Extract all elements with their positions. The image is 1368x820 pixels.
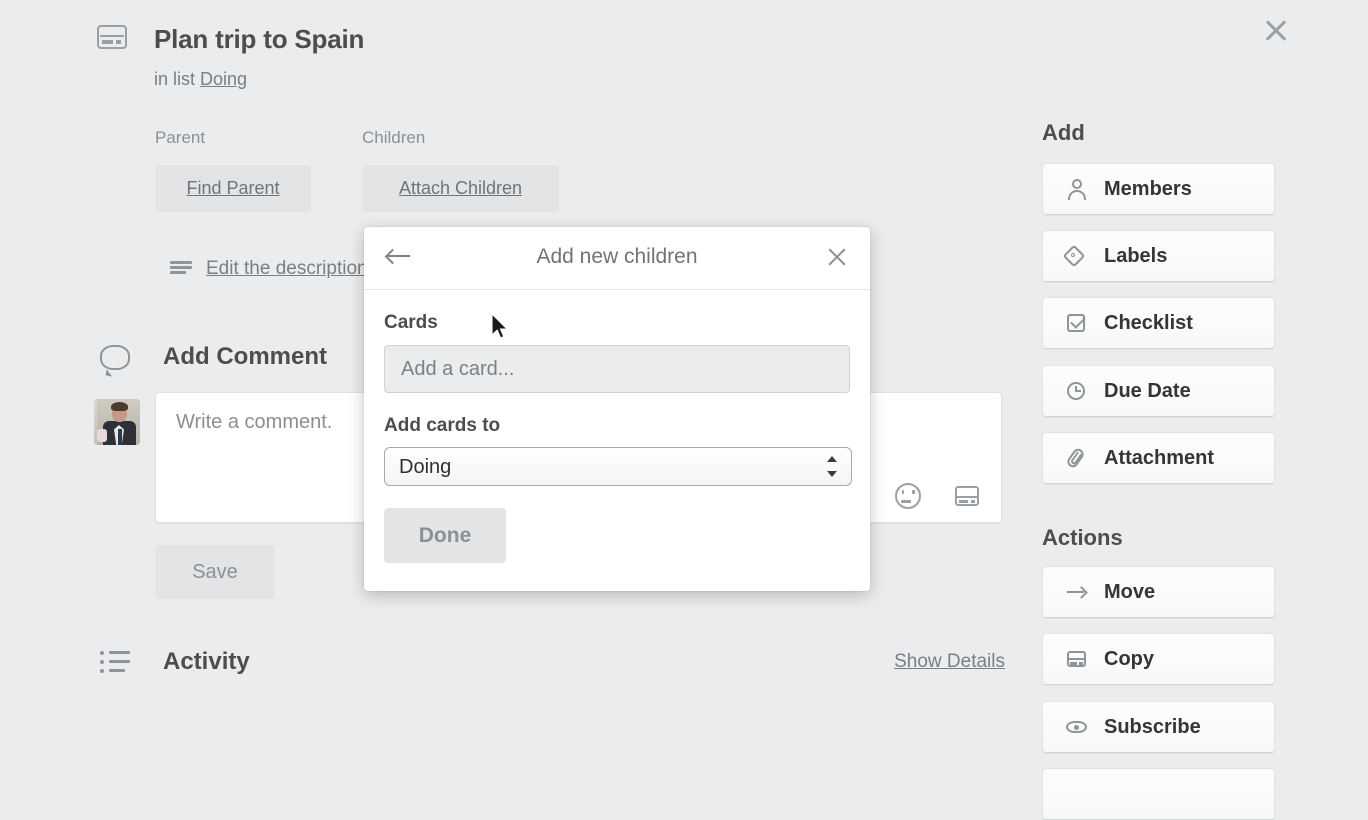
card-list-location: in list Doing [154, 69, 247, 90]
children-section-label: Children [362, 128, 426, 147]
show-details-link[interactable]: Show Details [894, 651, 1005, 673]
list-select-wrapper: Doing [384, 447, 852, 486]
card-icon [1065, 647, 1089, 671]
save-comment-button[interactable]: Save [155, 545, 275, 599]
in-list-prefix: in list [154, 69, 196, 89]
checkbox-icon [1065, 311, 1089, 335]
arrow-right-icon [1065, 580, 1089, 604]
actions-section-heading: Actions [1042, 525, 1123, 550]
clock-icon [1065, 379, 1089, 403]
avatar [94, 399, 140, 445]
eye-icon [1065, 715, 1089, 739]
add-cards-to-select[interactable]: Doing [384, 447, 852, 486]
list-link[interactable]: Doing [200, 69, 247, 89]
add-cards-to-label: Add cards to [384, 415, 501, 436]
sidebar-item-label: Checklist [1104, 311, 1193, 334]
card-type-icon [97, 22, 131, 52]
comment-toolbar [895, 483, 979, 509]
find-parent-label: Find Parent [186, 178, 280, 198]
sidebar-item-copy[interactable]: Copy [1042, 633, 1275, 685]
parent-section-label: Parent [155, 128, 206, 147]
sidebar-item-attachment[interactable]: Attachment [1042, 432, 1275, 484]
done-button[interactable]: Done [384, 508, 506, 563]
sidebar-item-subscribe[interactable]: Subscribe [1042, 701, 1275, 753]
find-parent-button[interactable]: Find Parent [155, 165, 311, 212]
sidebar-item-label: Move [1104, 580, 1156, 603]
sidebar-item-members[interactable]: Members [1042, 163, 1275, 215]
sidebar-item-label: Copy [1104, 647, 1154, 670]
card-detail-window: Plan trip to Spain in list Doing Parent … [0, 0, 1368, 820]
paperclip-icon [1065, 446, 1089, 470]
add-section-heading: Add [1042, 120, 1085, 145]
sidebar-item-partial[interactable] [1042, 768, 1275, 820]
smiley-icon[interactable] [895, 483, 921, 509]
add-card-input[interactable] [384, 345, 850, 393]
close-icon[interactable] [826, 246, 848, 268]
speech-bubble-icon [100, 344, 130, 370]
popup-title: Add new children [536, 245, 698, 268]
add-comment-heading: Add Comment [163, 343, 327, 370]
sidebar-item-label: Members [1104, 177, 1192, 200]
popup-body: Cards Add cards to Doing Done [364, 312, 870, 563]
sidebar-item-label: Attachment [1104, 446, 1215, 469]
activity-row: Activity Show Details [100, 648, 1005, 676]
sidebar-item-labels[interactable]: Labels [1042, 230, 1275, 282]
attach-children-button[interactable]: Attach Children [362, 165, 559, 212]
attach-children-label: Attach Children [398, 178, 523, 198]
sidebar-item-move[interactable]: Move [1042, 566, 1275, 618]
popup-header: Add new children [364, 227, 870, 290]
sidebar-item-label: Subscribe [1104, 715, 1201, 738]
add-new-children-popup: Add new children Cards Add cards to Doin… [364, 227, 870, 591]
activity-heading: Activity [163, 648, 250, 675]
sidebar-item-due-date[interactable]: Due Date [1042, 365, 1275, 417]
edit-description-link[interactable]: Edit the description... [206, 258, 383, 280]
sidebar-item-checklist[interactable]: Checklist [1042, 297, 1275, 349]
page-title: Plan trip to Spain [154, 24, 365, 54]
add-comment-heading-row: Add Comment [100, 343, 327, 371]
tag-icon [1062, 244, 1089, 268]
cards-field-label: Cards [384, 312, 438, 333]
close-card-button[interactable] [1256, 10, 1296, 50]
activity-list-icon [100, 650, 130, 674]
sidebar-item-label: Due Date [1104, 379, 1191, 402]
description-lines-icon [170, 261, 192, 277]
card-icon[interactable] [955, 486, 979, 506]
edit-description-row[interactable]: Edit the description... [170, 258, 383, 280]
sidebar-item-label: Labels [1104, 244, 1168, 267]
comment-placeholder: Write a comment. [176, 411, 333, 433]
person-icon [1065, 177, 1089, 201]
